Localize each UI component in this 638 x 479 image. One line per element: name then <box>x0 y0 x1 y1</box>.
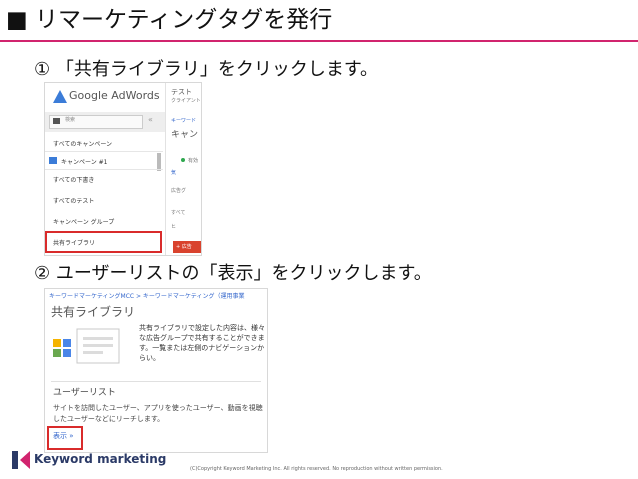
shared-library-heading: 共有ライブラリ <box>51 305 136 319</box>
search-input[interactable] <box>49 115 143 129</box>
user-list-heading: ユーザーリスト <box>53 388 116 398</box>
keyword-marketing-logo: Keyword marketing <box>12 448 166 474</box>
adwords-logo: Google AdWords <box>45 83 165 111</box>
status-dot <box>181 158 185 162</box>
divider <box>45 151 163 152</box>
ad-group-label: 広告グ <box>171 188 187 194</box>
sidebar-item-all-campaigns[interactable]: すべてのキャンペーン <box>45 139 163 148</box>
shared-library-screenshot: キーワードマーケティングMCC > キーワードマーケティング（運用事業 共有ライ… <box>44 288 268 453</box>
sidebar-item-campaign-1[interactable]: キャンペーン #1 <box>45 157 163 166</box>
chip-label[interactable]: ヒ <box>171 223 176 230</box>
logo-chevron-icon <box>20 451 30 469</box>
collapse-icon[interactable]: « <box>148 115 153 124</box>
campaign-heading: キャン <box>171 130 199 140</box>
user-list-description: サイトを訪問したユーザー、アプリを使ったユーザー、動画を視聴したユーザーなどにリ… <box>53 404 263 423</box>
account-sub: クライアント <box>171 98 201 104</box>
shared-library-description: 共有ライブラリで設定した内容は、様々な広告グループで共有することができます。一覧… <box>139 324 265 362</box>
filter-label[interactable]: すべて <box>171 209 185 216</box>
step-2-instruction: ② ユーザーリストの「表示」をクリックします。 <box>34 263 432 284</box>
sidebar-item-all-drafts[interactable]: すべての下書き <box>45 175 163 184</box>
folder-icon <box>53 118 60 124</box>
account-label: テスト <box>171 88 192 96</box>
highlight-shared-library <box>45 231 162 253</box>
copyright-notice: (C)Copyright Keyword Marketing Inc. All … <box>190 466 443 472</box>
highlight-view-link <box>47 426 83 450</box>
divider <box>51 381 261 382</box>
breadcrumb[interactable]: キーワード <box>171 117 196 124</box>
logo-bar-icon <box>12 451 18 469</box>
page-title: ■ リマーケティングタグを発行 <box>6 7 333 33</box>
step-1-instruction: ① 「共有ライブラリ」をクリックします。 <box>34 59 379 80</box>
search-placeholder: 検索 <box>65 117 76 123</box>
adwords-sidebar-screenshot: Google AdWords 検索 « すべてのキャンペーン キャンペーン #1… <box>44 82 202 256</box>
breadcrumb[interactable]: キーワードマーケティングMCC > キーワードマーケティング（運用事業 <box>49 291 244 300</box>
add-ad-button-label: + 広告 <box>176 244 192 250</box>
sidebar-item-all-experiments[interactable]: すべてのテスト <box>45 196 163 205</box>
main-panel: テスト クライアント キーワード キャン 有効 気 広告グ すべて ヒ <box>165 83 201 255</box>
adwords-app-name: Google AdWords <box>69 89 160 102</box>
blue-label: 気 <box>171 170 177 176</box>
status-text: 有効 <box>188 158 199 164</box>
adwords-logo-icon <box>53 90 67 103</box>
logo-text: Keyword marketing <box>34 452 167 466</box>
library-illustration-icon <box>53 328 120 364</box>
sidebar-item-campaign-groups[interactable]: キャンペーン グループ <box>45 217 163 226</box>
divider <box>45 169 163 170</box>
